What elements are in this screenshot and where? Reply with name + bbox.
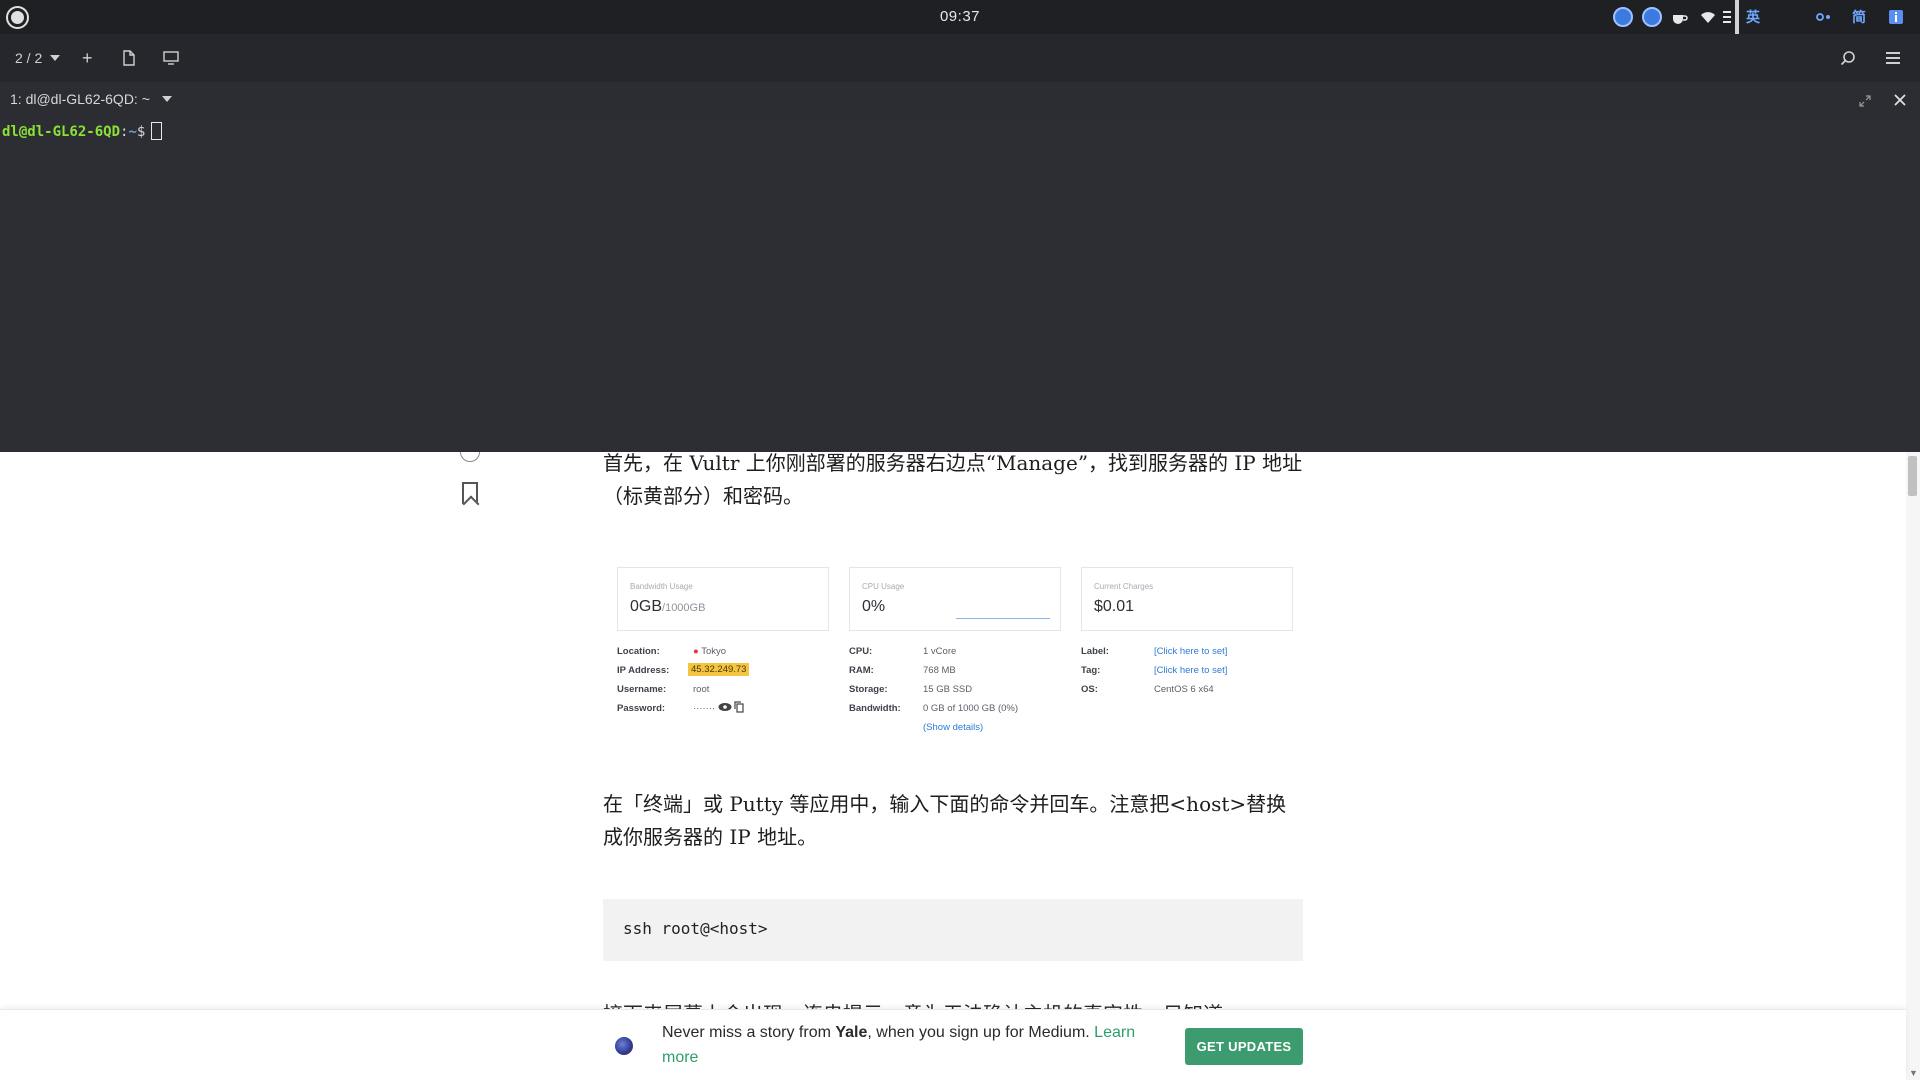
- new-window-button[interactable]: [122, 48, 136, 68]
- input-language-indicator[interactable]: 英: [1746, 5, 1760, 29]
- charges-card-value: $0.01: [1094, 598, 1135, 615]
- article-paragraph-2: 在「终端」或 Putty 等应用中，输入下面的命令并回车。注意把<host>替换…: [603, 792, 1287, 849]
- banner-text-before: Never miss a story from: [662, 1024, 836, 1041]
- wifi-icon[interactable]: [1698, 5, 1718, 29]
- chevron-down-icon: [50, 55, 61, 61]
- cpu-card: CPU Usage 0%: [849, 567, 1061, 631]
- ram-value: 768 MB: [923, 665, 956, 676]
- chrome-tray-icon-2[interactable]: [1642, 5, 1662, 29]
- ip-label: IP Address:: [617, 665, 670, 676]
- system-top-bar: 09:37 英 简: [0, 0, 1920, 36]
- os-label: OS:: [1081, 684, 1098, 695]
- copy-icon: [734, 701, 745, 713]
- expand-icon: [1859, 95, 1871, 107]
- close-icon: [1894, 94, 1906, 106]
- username-value: root: [693, 684, 710, 695]
- bandwidth-card: Bandwidth Usage 0GB/1000GB: [617, 567, 829, 631]
- os-value: CentOS 6 x64: [1154, 684, 1214, 695]
- terminal-tab-bar: 1: dl@dl-GL62-6QD: ~: [0, 82, 1920, 118]
- code-text: ssh root@<host>: [623, 919, 768, 938]
- info-icon[interactable]: [1888, 5, 1904, 29]
- location-text: Tokyo: [701, 646, 727, 657]
- ram-label: RAM:: [849, 665, 874, 676]
- terminal-cursor: [151, 122, 163, 140]
- search-button[interactable]: [1840, 48, 1856, 68]
- signup-banner: Never miss a story from Yale, when you s…: [0, 1009, 1906, 1080]
- location-label: Location:: [617, 646, 660, 657]
- label-label: Label:: [1081, 646, 1109, 657]
- storage-label: Storage:: [849, 684, 888, 695]
- prompt-path: ~: [128, 124, 137, 140]
- prompt-symbol: $: [136, 124, 146, 140]
- bandwidth-card-sub: /1000GB: [662, 602, 706, 614]
- username-label: Username:: [617, 684, 667, 695]
- tray-divider: [1735, 0, 1739, 36]
- page-scrollbar[interactable]: [1906, 452, 1920, 1080]
- scrollbar-thumb[interactable]: [1908, 456, 1917, 496]
- clap-icon[interactable]: [460, 452, 480, 462]
- chrome-tray-icon[interactable]: [1613, 5, 1633, 29]
- cpu-card-title: CPU Usage: [862, 582, 905, 591]
- yale-publication-logo: [615, 1037, 633, 1055]
- bandwidth-card-title: Bandwidth Usage: [630, 582, 693, 591]
- cpu-label: CPU:: [849, 646, 873, 657]
- banner-text-after: , when you sign up for Medium.: [867, 1024, 1095, 1041]
- label-value: [Click here to set]: [1154, 646, 1228, 657]
- scroll-down-arrow-icon[interactable]: ▼: [1909, 1068, 1918, 1078]
- banner-publication: Yale: [835, 1024, 868, 1041]
- banner-message: Never miss a story from Yale, when you s…: [662, 1020, 1142, 1070]
- menu-icon: [1886, 52, 1900, 64]
- monitor-icon: [163, 51, 179, 65]
- eye-icon: [718, 703, 732, 711]
- terminal-toolbar: 2 / 2 +: [0, 34, 1920, 82]
- close-pane-button[interactable]: [1894, 93, 1906, 111]
- punctuation-icon[interactable]: [1815, 5, 1833, 29]
- terminal-output[interactable]: dl@dl-GL62-6QD:~$: [0, 118, 1920, 452]
- storage-value: 15 GB SSD: [923, 684, 973, 695]
- chevron-down-icon: [161, 96, 172, 102]
- new-tab-button[interactable]: +: [82, 48, 93, 68]
- bandwidth-card-value: 0GB: [630, 598, 663, 615]
- terminal-tab-label: 1: dl@dl-GL62-6QD: ~: [10, 91, 150, 107]
- vultr-dashboard-image: Bandwidth Usage 0GB/1000GB CPU Usage 0% …: [605, 552, 1305, 742]
- hamburger-menu-button[interactable]: [1886, 48, 1900, 68]
- shell-prompt: dl@dl-GL62-6QD:~$: [2, 122, 163, 140]
- split-view-button[interactable]: [163, 48, 179, 68]
- article-paragraph-1: 首先，在 Vultr 上你刚部署的服务器右边点“Manage”，找到服务器的 I…: [603, 452, 1303, 508]
- password-label: Password:: [617, 703, 666, 714]
- password-value: ·······: [693, 701, 745, 714]
- tag-label: Tag:: [1081, 665, 1101, 676]
- search-icon: [1840, 51, 1855, 66]
- password-dots: ·······: [693, 703, 716, 714]
- cpu-card-value: 0%: [862, 598, 886, 615]
- bandwidth-value: 0 GB of 1000 GB (0%): [923, 703, 1019, 714]
- tab-counter-label: 2 / 2: [15, 50, 43, 66]
- cpu-sparkline: [956, 618, 1050, 619]
- new-file-icon: [123, 50, 135, 66]
- coffee-icon[interactable]: [1670, 5, 1688, 29]
- show-details-link: (Show details): [923, 722, 984, 733]
- code-block[interactable]: ssh root@<host>: [603, 899, 1303, 961]
- charges-card-title: Current Charges: [1094, 582, 1154, 591]
- tag-value: [Click here to set]: [1154, 665, 1228, 676]
- bandwidth-label: Bandwidth:: [849, 703, 901, 714]
- moon-icon[interactable]: [1782, 5, 1798, 29]
- ip-address-highlighted: 45.32.249.73: [688, 663, 750, 676]
- tab-counter-dropdown[interactable]: 2 / 2: [15, 48, 61, 68]
- input-mode-indicator[interactable]: 简: [1852, 5, 1866, 29]
- menu-tray-icon[interactable]: [1722, 5, 1732, 29]
- medium-article: 首先，在 Vultr 上你刚部署的服务器右边点“Manage”，找到服务器的 I…: [0, 452, 1906, 1080]
- location-value: ● Tokyo: [693, 646, 727, 657]
- charges-card: Current Charges $0.01: [1081, 567, 1293, 631]
- prompt-user-host: dl@dl-GL62-6QD: [2, 124, 121, 140]
- bookmark-icon[interactable]: [462, 482, 478, 504]
- get-updates-button[interactable]: GET UPDATES: [1185, 1028, 1303, 1065]
- cpu-value: 1 vCore: [923, 646, 957, 657]
- maximize-pane-button[interactable]: [1859, 94, 1871, 112]
- terminal-tab[interactable]: 1: dl@dl-GL62-6QD: ~: [10, 91, 172, 107]
